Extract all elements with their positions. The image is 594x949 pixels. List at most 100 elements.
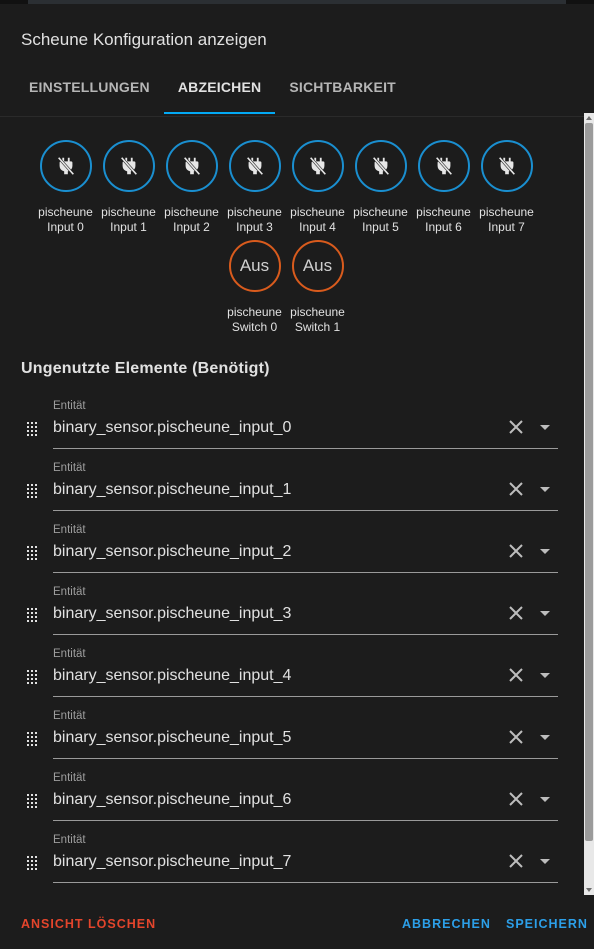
drag-handle-icon[interactable]	[27, 670, 39, 684]
power-plug-off-icon	[370, 155, 392, 177]
badge-label-line2: Input 0	[47, 220, 84, 234]
badge-item[interactable]: pischeune Input 7	[475, 140, 538, 235]
content-scrollbar[interactable]	[584, 113, 594, 895]
badge-label-line2: Input 1	[110, 220, 147, 234]
badge-item[interactable]: pischeune Input 4	[286, 140, 349, 235]
save-button[interactable]: SPEICHERN	[506, 917, 588, 931]
badge-label-line1: pischeune	[290, 205, 345, 219]
badge-item[interactable]: pischeune Input 2	[160, 140, 223, 235]
entity-picker[interactable]: Entität binary_sensor.pischeune_input_0	[53, 400, 558, 449]
entity-picker[interactable]: Entität binary_sensor.pischeune_input_4	[53, 648, 558, 697]
clear-icon[interactable]	[508, 543, 524, 559]
badge-label-line2: Switch 0	[231, 320, 278, 334]
tab-sichtbarkeit[interactable]: SICHTBARKEIT	[275, 70, 410, 114]
clear-icon[interactable]	[508, 481, 524, 497]
badge-item[interactable]: pischeune Input 3	[223, 140, 286, 235]
drag-handle-icon[interactable]	[27, 546, 39, 560]
entity-row: Entität binary_sensor.pischeune_input_3	[0, 586, 584, 648]
dropdown-arrow-icon[interactable]	[540, 859, 550, 864]
clear-icon[interactable]	[508, 419, 524, 435]
badge-label-line2: Input 7	[488, 220, 525, 234]
badge-item[interactable]: Aus pischeune Switch 1	[286, 240, 349, 335]
badge-label-line2: Input 3	[236, 220, 273, 234]
delete-view-button[interactable]: ANSICHT LÖSCHEN	[21, 917, 156, 931]
dropdown-arrow-icon[interactable]	[540, 797, 550, 802]
badge-item[interactable]: pischeune Input 0	[34, 140, 97, 235]
entity-field-value[interactable]: binary_sensor.pischeune_input_0	[53, 419, 291, 437]
dropdown-arrow-icon[interactable]	[540, 549, 550, 554]
entity-field-label: Entität	[53, 648, 86, 660]
dialog-content: pischeune Input 0 pischeune Input 1 pischeun…	[0, 113, 584, 893]
entity-picker[interactable]: Entität binary_sensor.pischeune_input_6	[53, 772, 558, 821]
entity-row: Entität binary_sensor.pischeune_input_1	[0, 462, 584, 524]
drag-handle-icon[interactable]	[27, 794, 39, 808]
unused-entities-heading: Ungenutzte Elemente (Benötigt)	[21, 360, 270, 377]
badge-item[interactable]: pischeune Input 6	[412, 140, 475, 235]
tab-bar: EINSTELLUNGEN ABZEICHEN SICHTBARKEIT	[15, 70, 410, 116]
badge-label: pischeune Input 7	[475, 205, 538, 235]
entity-field-value[interactable]: binary_sensor.pischeune_input_1	[53, 481, 291, 499]
badge-label-line1: pischeune	[164, 205, 219, 219]
tab-einstellungen[interactable]: EINSTELLUNGEN	[15, 70, 164, 114]
badge-label: pischeune Input 4	[286, 205, 349, 235]
badge-circle	[291, 140, 344, 192]
badge-circle	[354, 140, 407, 192]
entity-field-value[interactable]: binary_sensor.pischeune_input_2	[53, 543, 291, 561]
power-plug-off-icon	[118, 155, 140, 177]
drag-handle-icon[interactable]	[27, 422, 39, 436]
dropdown-arrow-icon[interactable]	[540, 673, 550, 678]
entity-field-label: Entität	[53, 710, 86, 722]
entity-field-label: Entität	[53, 400, 86, 412]
badge-circle	[39, 140, 92, 192]
drag-handle-icon[interactable]	[27, 484, 39, 498]
dropdown-arrow-icon[interactable]	[540, 487, 550, 492]
tab-abzeichen[interactable]: ABZEICHEN	[163, 70, 276, 114]
power-plug-off-icon	[433, 155, 455, 177]
entity-picker[interactable]: Entität binary_sensor.pischeune_input_1	[53, 462, 558, 511]
clear-icon[interactable]	[508, 853, 524, 869]
entity-row: Entität binary_sensor.pischeune_input_4	[0, 648, 584, 710]
entity-field-value[interactable]: binary_sensor.pischeune_input_7	[53, 853, 291, 871]
clear-icon[interactable]	[508, 729, 524, 745]
dropdown-arrow-icon[interactable]	[540, 425, 550, 430]
clear-icon[interactable]	[508, 667, 524, 683]
badge-label-line1: pischeune	[227, 305, 282, 319]
badge-item[interactable]: Aus pischeune Switch 0	[223, 240, 286, 335]
badge-label-line1: pischeune	[353, 205, 408, 219]
entity-field-label: Entität	[53, 772, 86, 784]
entity-field-value[interactable]: binary_sensor.pischeune_input_4	[53, 667, 291, 685]
badge-label-line1: pischeune	[227, 205, 282, 219]
scroll-down-arrow-icon[interactable]	[586, 888, 592, 892]
dropdown-arrow-icon[interactable]	[540, 735, 550, 740]
clear-icon[interactable]	[508, 791, 524, 807]
clear-icon[interactable]	[508, 605, 524, 621]
entity-picker[interactable]: Entität binary_sensor.pischeune_input_2	[53, 524, 558, 573]
entity-row: Entität binary_sensor.pischeune_input_5	[0, 710, 584, 772]
drag-handle-icon[interactable]	[27, 856, 39, 870]
scroll-up-arrow-icon[interactable]	[586, 116, 592, 120]
entity-field-label: Entität	[53, 462, 86, 474]
entity-field-value[interactable]: binary_sensor.pischeune_input_3	[53, 605, 291, 623]
badge-circle	[102, 140, 155, 192]
entity-row: Entität binary_sensor.pischeune_input_6	[0, 772, 584, 834]
badge-label: pischeune Input 3	[223, 205, 286, 235]
dropdown-arrow-icon[interactable]	[540, 611, 550, 616]
entity-picker[interactable]: Entität binary_sensor.pischeune_input_3	[53, 586, 558, 635]
scroll-thumb[interactable]	[585, 123, 593, 841]
badge-label-line1: pischeune	[479, 205, 534, 219]
badge-item[interactable]: pischeune Input 1	[97, 140, 160, 235]
badge-label-line2: Input 6	[425, 220, 462, 234]
entity-field-value[interactable]: binary_sensor.pischeune_input_5	[53, 729, 291, 747]
badge-circle	[228, 140, 281, 192]
drag-handle-icon[interactable]	[27, 732, 39, 746]
entity-picker[interactable]: Entität binary_sensor.pischeune_input_7	[53, 834, 558, 883]
drag-handle-icon[interactable]	[27, 608, 39, 622]
entity-field-value[interactable]: binary_sensor.pischeune_input_6	[53, 791, 291, 809]
power-plug-off-icon	[181, 155, 203, 177]
cancel-button[interactable]: ABBRECHEN	[402, 917, 491, 931]
badge-item[interactable]: pischeune Input 5	[349, 140, 412, 235]
entity-field-label: Entität	[53, 524, 86, 536]
entity-picker[interactable]: Entität binary_sensor.pischeune_input_5	[53, 710, 558, 759]
power-plug-off-icon	[307, 155, 329, 177]
badge-label-line2: Input 2	[173, 220, 210, 234]
